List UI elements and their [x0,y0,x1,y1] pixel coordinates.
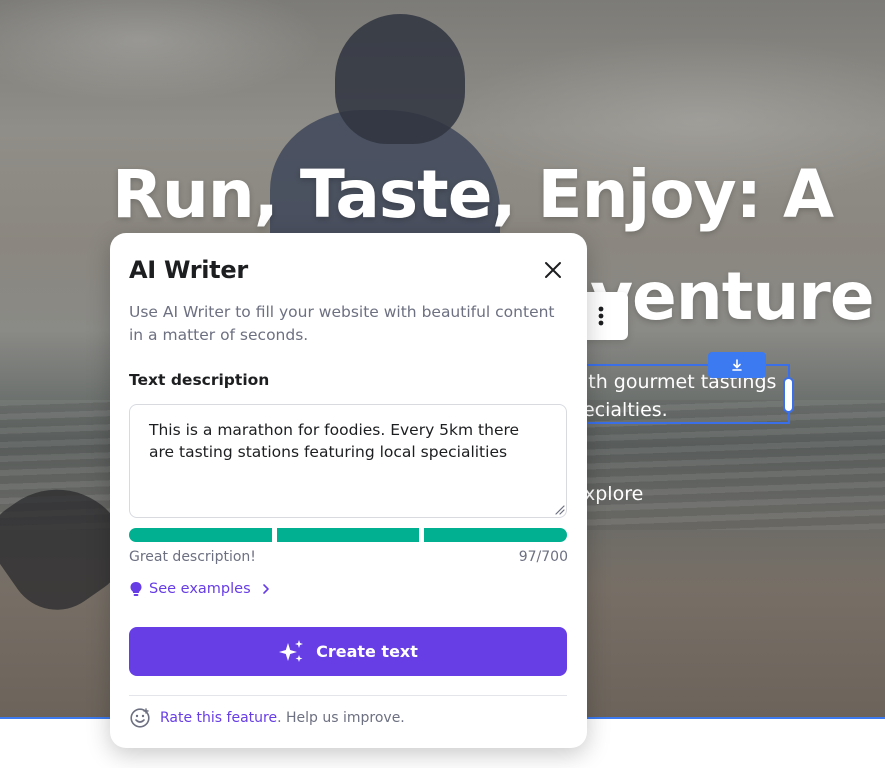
see-examples-link[interactable]: See examples [129,581,271,597]
meter-segment [129,528,272,542]
create-text-label: Create text [316,642,418,661]
hero-title-line1[interactable]: Run, Taste, Enjoy: A [112,162,834,228]
see-examples-label: See examples [149,581,251,597]
footer-divider [129,695,567,696]
more-vertical-icon [598,306,604,326]
resize-grip-icon[interactable] [555,505,565,515]
rate-feature-row: Rate this feature. Help us improve. [129,707,405,729]
hero-title-line2[interactable]: venture [590,264,875,330]
download-button[interactable] [708,352,766,378]
character-counter: 97/700 [518,549,568,565]
quality-text: Great description! [129,549,256,565]
runner-head [335,14,465,144]
meter-segment [276,528,420,542]
download-icon [732,359,742,371]
dialog-description: Use AI Writer to fill your website with … [129,303,555,344]
sparkles-icon [279,639,304,662]
ai-writer-dialog: AI Writer Use AI Writer to fill your web… [110,233,587,748]
close-icon [545,262,561,278]
close-button[interactable] [538,255,568,285]
resize-handle[interactable] [783,377,794,413]
chevron-right-icon [262,584,269,594]
hero-cta-link[interactable]: xplore [584,483,643,505]
meter-segment [424,528,568,542]
rate-feature-text: . Help us improve. [277,710,405,726]
description-quality-meter [129,528,568,542]
create-text-button[interactable]: Create text [129,627,567,676]
text-description-label: Text description [129,371,270,389]
rate-feature-link[interactable]: Rate this feature [160,710,277,726]
text-description-input[interactable]: This is a marathon for foodies. Every 5k… [129,404,567,518]
dialog-title: AI Writer [129,256,248,284]
lightbulb-icon [130,582,142,596]
smiley-icon [130,708,150,728]
